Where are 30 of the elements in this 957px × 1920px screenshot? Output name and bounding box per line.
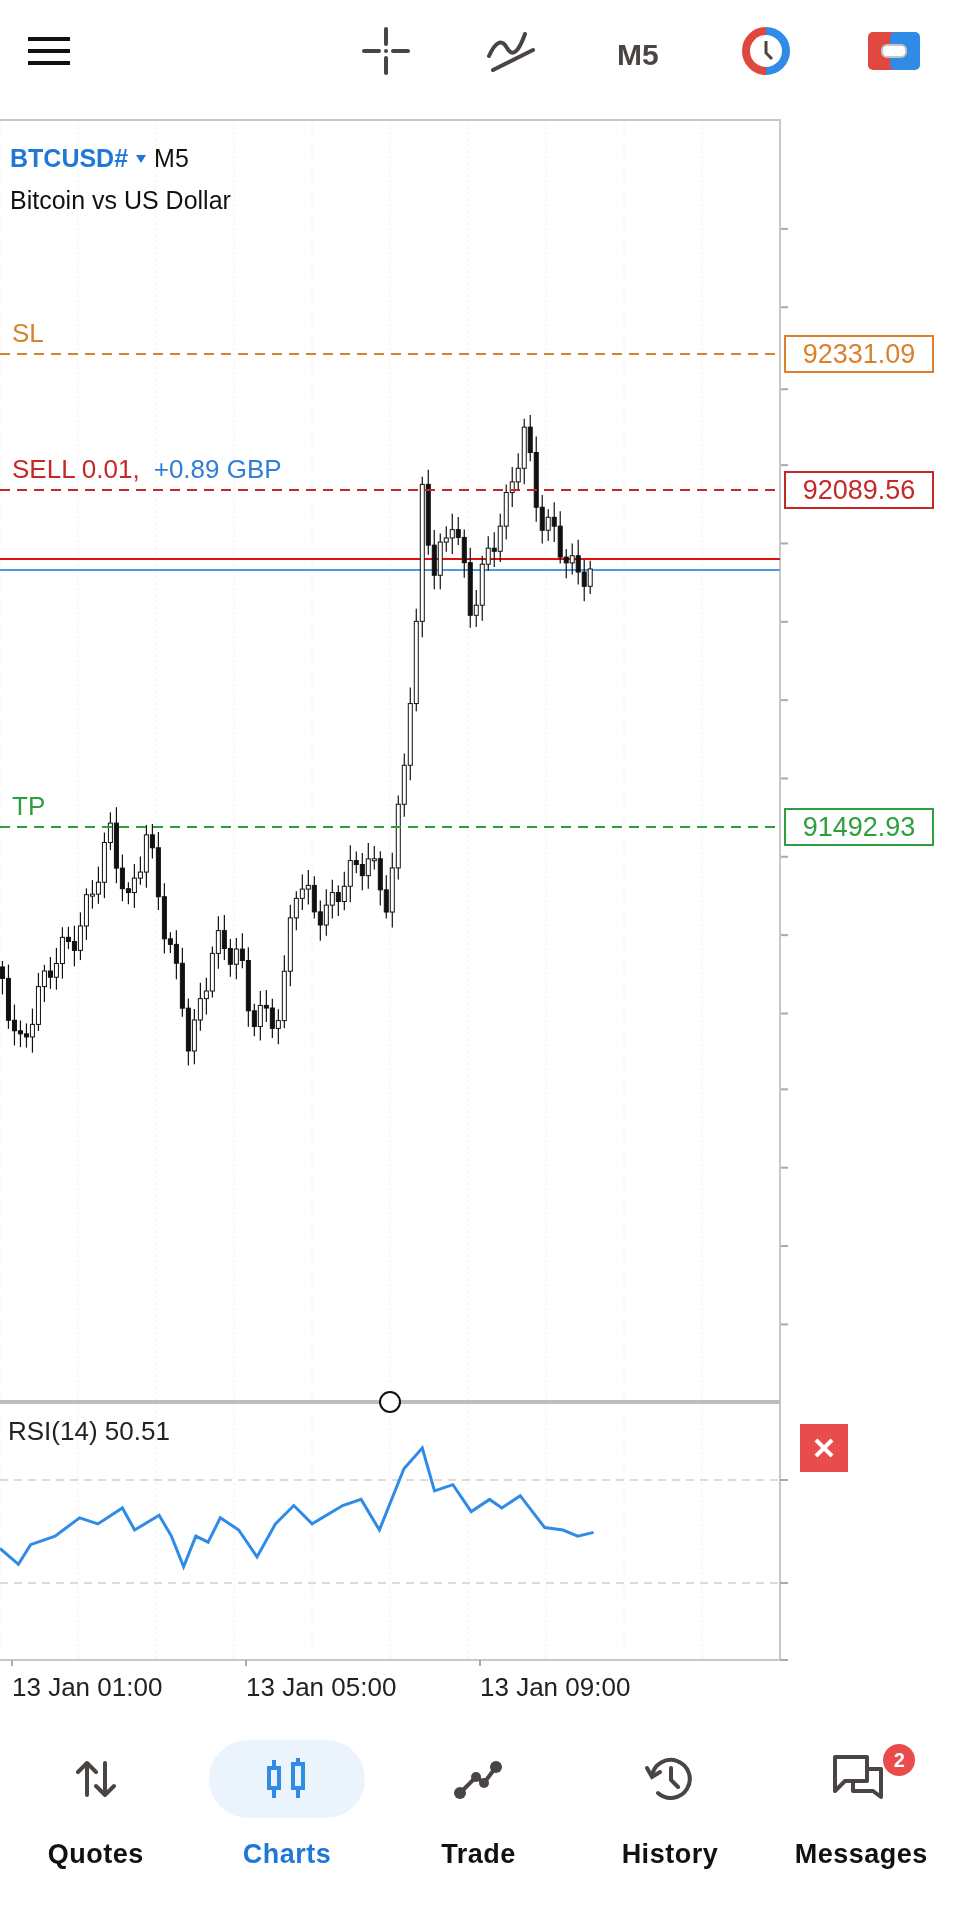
resize-handle[interactable] [379, 1391, 401, 1413]
profit-label: +0.89 GBP [153, 453, 282, 486]
level-label: SELL 0.01, [12, 453, 140, 486]
arrows-icon [73, 1759, 118, 1799]
chart-timeframe: M5 [154, 143, 189, 174]
close-indicator-button[interactable] [800, 1424, 848, 1472]
nav-tab[interactable]: Quotes [0, 1740, 192, 1875]
nav-tab[interactable]: Charts [191, 1740, 383, 1875]
crosshair-icon[interactable] [361, 26, 411, 76]
menu-icon[interactable] [28, 37, 70, 65]
time-label: 13 Jan 01:00 [12, 1671, 163, 1704]
price-label: 92089.56 [784, 471, 934, 509]
nav-tab[interactable]: Trade [382, 1740, 575, 1875]
nav-tab[interactable]: 2 Messages [765, 1740, 957, 1875]
close-icon [813, 1437, 835, 1459]
indicator-label: RSI(14) 50.51 [8, 1415, 170, 1448]
symbol-name: BTCUSD# [10, 143, 129, 174]
nav-tab[interactable]: History [574, 1740, 766, 1875]
timeframe-button[interactable]: M5 [617, 32, 659, 77]
time-label: 13 Jan 05:00 [246, 1671, 397, 1704]
symbol-description: Bitcoin vs US Dollar [10, 184, 231, 216]
level-label: TP [12, 790, 46, 823]
level-label: SL [12, 317, 44, 350]
price-label: 91492.93 [784, 808, 934, 846]
time-label: 13 Jan 09:00 [480, 1671, 631, 1704]
clock-icon[interactable] [742, 27, 790, 75]
notification-badge: 2 [883, 1744, 916, 1776]
one-click-trading-icon[interactable] [868, 32, 920, 70]
price-label: 92331.09 [784, 335, 934, 373]
dropdown-icon[interactable] [136, 154, 147, 163]
